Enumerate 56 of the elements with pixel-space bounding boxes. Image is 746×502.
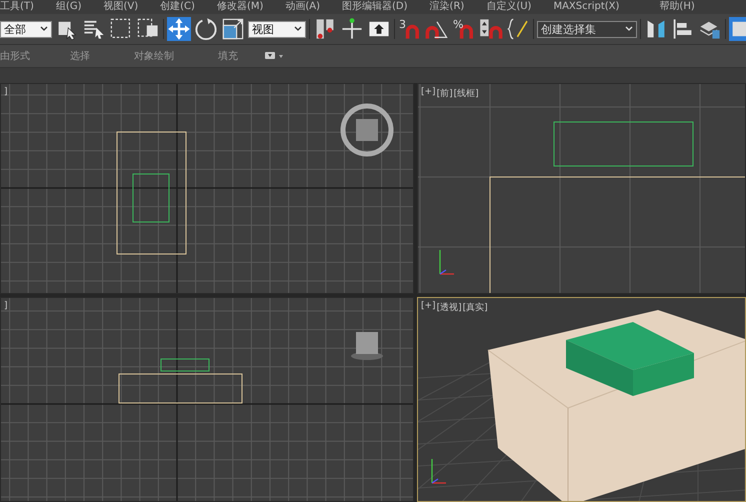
- menu-item[interactable]: 图形编辑器(D): [342, 0, 408, 14]
- outline-rectangle: [160, 358, 210, 372]
- menu-item[interactable]: 渲染(R): [430, 0, 464, 14]
- tool-button[interactable]: %: [452, 17, 476, 41]
- menu-item[interactable]: 修改器(M): [216, 0, 264, 14]
- tool-button[interactable]: [506, 17, 530, 41]
- dropdown[interactable]: 全部: [0, 20, 52, 38]
- tool-label: %: [453, 18, 464, 31]
- dropdown[interactable]: 视图: [248, 20, 306, 38]
- chevron-icon: [294, 26, 302, 32]
- menu-item[interactable]: 动画(A): [285, 0, 320, 14]
- ribbon-tab[interactable]: 由形式: [0, 49, 70, 63]
- rectangle-selection-icon: [109, 17, 133, 41]
- ribbon-tab[interactable]: 对象绘制: [134, 49, 218, 63]
- move-icon: [167, 17, 191, 41]
- viewport-label[interactable]: [真实]: [462, 301, 488, 314]
- menu-item[interactable]: 组(G): [56, 0, 82, 14]
- tool-button[interactable]: [340, 17, 364, 41]
- viewport-label[interactable]: ]: [4, 301, 8, 311]
- axis-tripod-icon: [439, 250, 454, 275]
- viewport[interactable]: ]: [0, 297, 414, 502]
- chevron-icon: [625, 26, 633, 32]
- tool-button[interactable]: [221, 17, 245, 41]
- viewport[interactable]: ]: [0, 83, 414, 294]
- ribbon-tab[interactable]: 填充: [218, 49, 264, 63]
- menu-item[interactable]: 工具(T): [0, 0, 34, 14]
- tool-button[interactable]: [194, 17, 218, 41]
- viewcube-icon: [351, 332, 383, 360]
- axis-tripod-icon: [431, 459, 446, 484]
- viewcube-icon: [340, 104, 394, 156]
- scale-icon: [221, 17, 245, 41]
- menu-item[interactable]: 视图(V): [103, 0, 138, 14]
- viewport[interactable]: [+][前][线框]: [417, 83, 746, 294]
- tool-button[interactable]: [479, 17, 503, 41]
- menu-item[interactable]: 创建(C): [160, 0, 195, 14]
- viewport-label[interactable]: [前]: [436, 87, 453, 100]
- viewport-label[interactable]: [+]: [421, 301, 436, 314]
- menu-item[interactable]: 自定义(U): [486, 0, 532, 14]
- ribbon-tab[interactable]: 选择: [70, 49, 134, 63]
- viewport-label[interactable]: [线框]: [454, 87, 479, 100]
- rotate-icon: [194, 17, 218, 41]
- dropdown-icon[interactable]: [264, 51, 284, 61]
- dropdown[interactable]: 创建选择集: [537, 20, 637, 38]
- menu-item[interactable]: 帮助(H): [659, 0, 695, 14]
- tool-button[interactable]: [109, 17, 133, 41]
- viewport-label[interactable]: ]: [4, 87, 8, 97]
- chevron-icon: [40, 26, 48, 32]
- tool-label: 3: [399, 18, 406, 31]
- pivot-icon: [340, 17, 364, 41]
- spinner-magnet-icon: [479, 17, 503, 41]
- menu-item[interactable]: MAXScript(X): [553, 0, 620, 14]
- viewport-label[interactable]: [+]: [421, 87, 436, 100]
- viewport-label[interactable]: [透视]: [436, 301, 462, 314]
- viewport[interactable]: [+][透视][真实]: [417, 297, 746, 502]
- tool-button[interactable]: 3: [398, 17, 422, 41]
- edit-selection-icon: [506, 17, 530, 41]
